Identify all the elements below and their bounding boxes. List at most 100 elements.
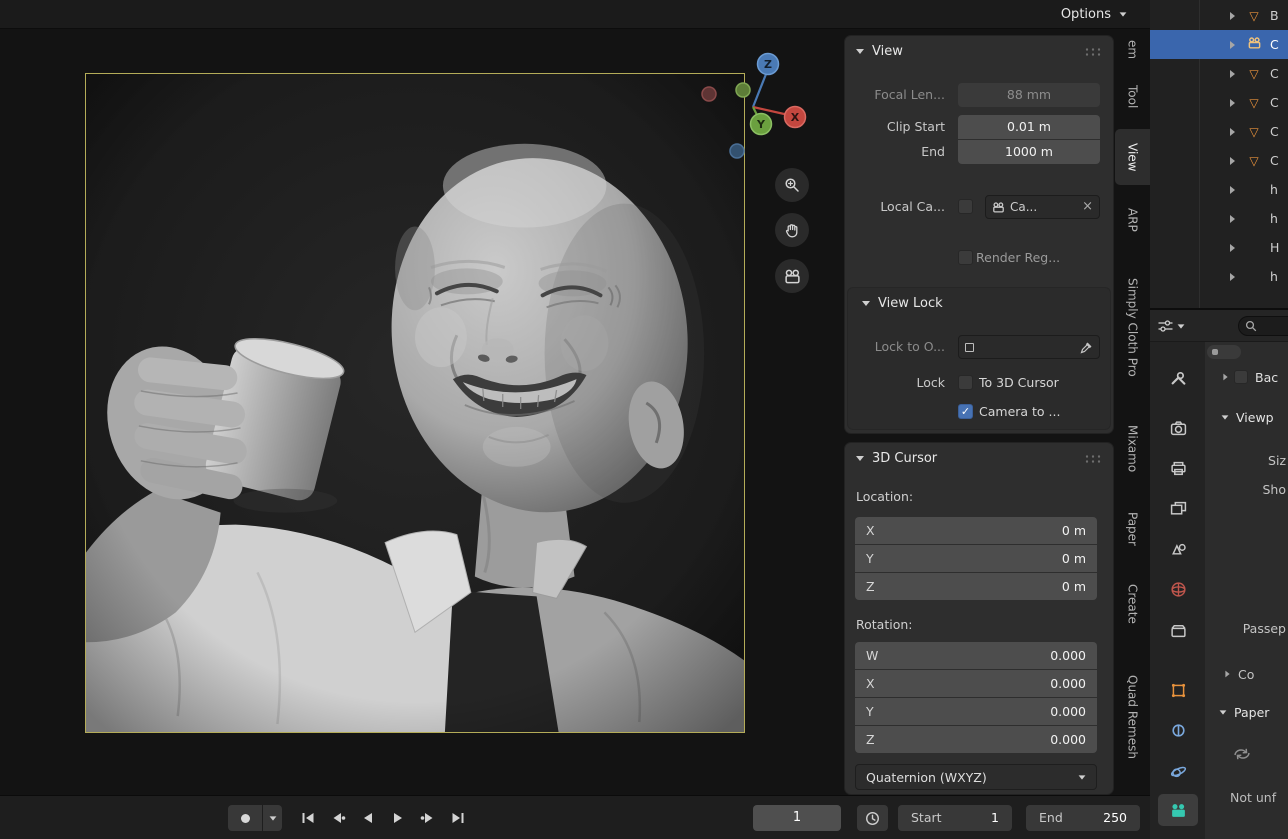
expand-icon[interactable]: [1230, 70, 1235, 78]
outliner-row[interactable]: ▽ C: [1150, 59, 1288, 88]
tab-world-properties[interactable]: [1166, 577, 1190, 601]
refresh-icon: [1231, 746, 1253, 762]
view-lock-header[interactable]: View Lock: [848, 291, 1110, 315]
viewport-3d[interactable]: Z X Y View: [0, 29, 1150, 795]
eyedropper-button[interactable]: [1080, 341, 1093, 354]
tab-quad-remesh[interactable]: Quad Remesh: [1115, 651, 1150, 783]
expand-icon[interactable]: [1230, 186, 1235, 194]
expand-icon[interactable]: [1225, 671, 1229, 678]
pan-button[interactable]: [775, 213, 809, 247]
cursor-panel-header[interactable]: 3D Cursor: [845, 443, 1113, 473]
local-camera-field[interactable]: Ca... ×: [985, 195, 1100, 219]
auto-key-dropdown[interactable]: [263, 805, 282, 831]
collapse-icon[interactable]: [862, 301, 870, 306]
cursor-rotation-y-field[interactable]: Y 0.000: [855, 698, 1097, 725]
focal-length-field[interactable]: 88 mm: [958, 83, 1100, 107]
jump-to-start-button[interactable]: [294, 805, 321, 831]
cursor-location-y-field[interactable]: Y 0 m: [855, 545, 1097, 572]
clip-end-field[interactable]: 1000 m: [958, 140, 1100, 164]
tab-render-properties[interactable]: [1166, 416, 1190, 440]
current-frame-field[interactable]: 1: [753, 805, 841, 831]
cursor-rotation-z-field[interactable]: Z 0.000: [855, 726, 1097, 753]
collapse-icon[interactable]: [1222, 415, 1229, 419]
collapse-icon[interactable]: [1220, 710, 1227, 714]
view-panel-header[interactable]: View: [845, 36, 1113, 66]
options-button[interactable]: Options: [1052, 3, 1136, 26]
outliner-row[interactable]: h: [1150, 262, 1288, 291]
auto-key-button[interactable]: [228, 805, 262, 831]
previous-keyframe-button[interactable]: [324, 805, 351, 831]
collapse-icon[interactable]: [856, 49, 864, 54]
search-input[interactable]: [1238, 316, 1288, 336]
tab-paper[interactable]: Paper: [1115, 501, 1150, 557]
tab-view[interactable]: View: [1115, 129, 1150, 185]
outliner-row-selected[interactable]: C: [1150, 30, 1288, 59]
paper-panel-header[interactable]: Paper: [1205, 700, 1288, 724]
background-images-row[interactable]: Bac: [1205, 365, 1288, 389]
expand-icon[interactable]: [1230, 128, 1235, 136]
tab-scene-properties[interactable]: [1166, 536, 1190, 560]
expand-icon[interactable]: [1230, 41, 1235, 49]
tab-object-data-properties[interactable]: [1166, 798, 1190, 822]
tab-tool-properties[interactable]: [1166, 365, 1190, 389]
playback-sync-button[interactable]: [857, 805, 888, 831]
local-camera-checkbox[interactable]: [958, 199, 973, 214]
frame-end-field[interactable]: End 250: [1026, 805, 1140, 831]
expand-icon[interactable]: [1230, 12, 1235, 20]
drag-grip-icon[interactable]: [1084, 454, 1102, 463]
outliner-row[interactable]: ▽ C: [1150, 117, 1288, 146]
tab-simply-cloth-pro[interactable]: Simply Cloth Pro: [1115, 257, 1150, 397]
viewport-display-header[interactable]: Viewp: [1205, 405, 1288, 429]
background-images-checkbox[interactable]: [1234, 370, 1248, 384]
to-3d-cursor-checkbox[interactable]: [958, 375, 973, 390]
clear-icon[interactable]: ×: [1082, 196, 1093, 218]
tab-constraint-properties[interactable]: [1166, 718, 1190, 742]
expand-icon[interactable]: [1230, 215, 1235, 223]
outliner-row[interactable]: H: [1150, 233, 1288, 262]
editor-type-button[interactable]: [1158, 316, 1185, 336]
render-region-checkbox[interactable]: [958, 250, 973, 265]
clip-start-field[interactable]: 0.01 m: [958, 115, 1100, 139]
tab-create[interactable]: Create: [1115, 571, 1150, 637]
frame-start-field[interactable]: Start 1: [898, 805, 1012, 831]
expand-icon[interactable]: [1223, 374, 1227, 381]
outliner-row[interactable]: h: [1150, 204, 1288, 233]
expand-icon[interactable]: [1230, 244, 1235, 252]
tab-physics-properties[interactable]: [1166, 759, 1190, 783]
unfold-refresh-button[interactable]: [1205, 742, 1288, 766]
drag-grip-icon[interactable]: [1084, 47, 1102, 56]
tab-object-properties[interactable]: [1166, 678, 1190, 702]
cursor-rotation-w-field[interactable]: W 0.000: [855, 642, 1097, 669]
jump-to-start-icon: [300, 812, 316, 824]
tab-item[interactable]: em: [1115, 33, 1150, 67]
outliner-row[interactable]: ▽ C: [1150, 146, 1288, 175]
jump-to-end-button[interactable]: [444, 805, 471, 831]
breadcrumb[interactable]: [1207, 345, 1241, 359]
tab-view-layer-properties[interactable]: [1166, 496, 1190, 520]
tab-tool[interactable]: Tool: [1115, 76, 1150, 118]
collapse-icon[interactable]: [856, 456, 864, 461]
outliner-row[interactable]: ▽ B: [1150, 1, 1288, 30]
cursor-rotation-x-field[interactable]: X 0.000: [855, 670, 1097, 697]
tab-mixamo[interactable]: Mixamo: [1115, 411, 1150, 487]
expand-icon[interactable]: [1230, 273, 1235, 281]
rotation-mode-dropdown[interactable]: Quaternion (WXYZ): [855, 764, 1097, 790]
lock-to-object-field[interactable]: [958, 335, 1100, 359]
expand-icon[interactable]: [1230, 99, 1235, 107]
zoom-button[interactable]: [775, 168, 809, 202]
camera-to-view-checkbox[interactable]: ✓: [958, 404, 973, 419]
next-keyframe-button[interactable]: [414, 805, 441, 831]
play-button[interactable]: [384, 805, 411, 831]
outliner-row[interactable]: h: [1150, 175, 1288, 204]
cursor-location-z-field[interactable]: Z 0 m: [855, 573, 1097, 600]
expand-icon[interactable]: [1230, 157, 1235, 165]
composition-guides-row[interactable]: Co: [1205, 662, 1288, 686]
navigation-gizmo[interactable]: Z X Y: [692, 45, 812, 165]
outliner-row[interactable]: ▽ C: [1150, 88, 1288, 117]
tab-output-properties[interactable]: [1166, 456, 1190, 480]
tab-collection-properties[interactable]: [1166, 618, 1190, 642]
play-reverse-button[interactable]: [354, 805, 381, 831]
camera-view-button[interactable]: [775, 259, 809, 293]
tab-arp[interactable]: ARP: [1115, 197, 1150, 243]
cursor-location-x-field[interactable]: X 0 m: [855, 517, 1097, 544]
